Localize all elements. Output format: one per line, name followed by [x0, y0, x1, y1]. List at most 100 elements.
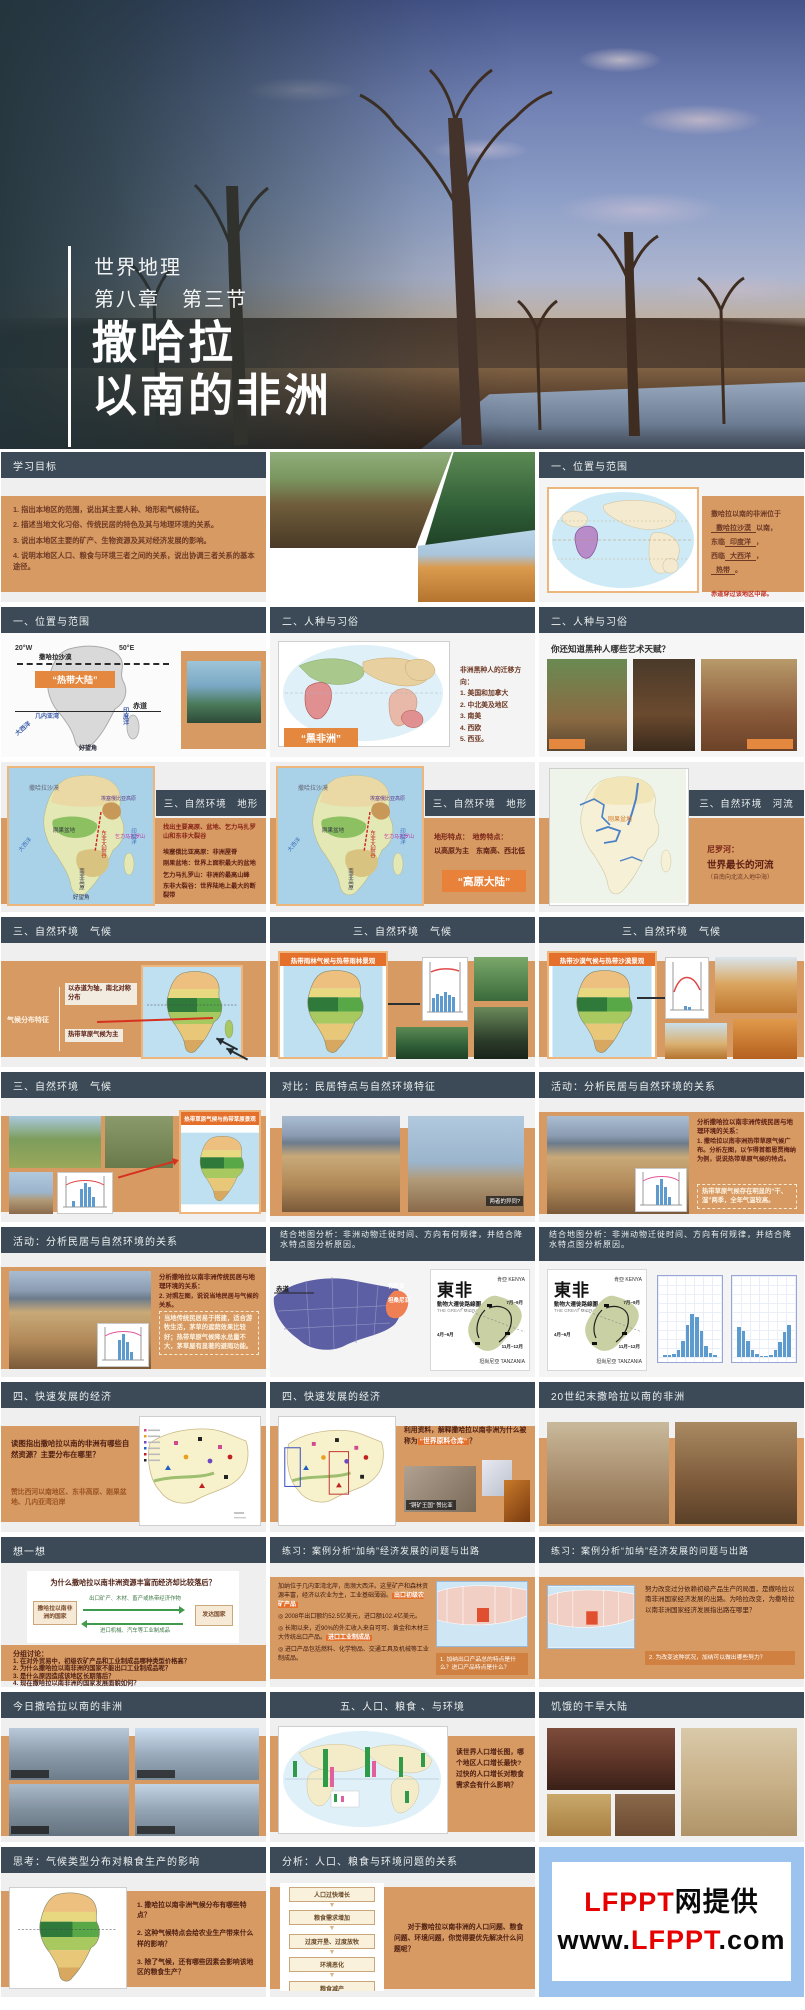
resources-answer: 赞比西河以南地区、东非高原、刚果盆地、几内亚湾沿岸: [11, 1488, 131, 1508]
slide-12-desert-climate: 三、自然环境 气候 热带沙漠气候与热带沙漠景观: [539, 917, 804, 1067]
photo-desert-tree: [715, 957, 797, 1013]
slide-25-today: 今日撒哈拉以南的非洲: [1, 1692, 266, 1842]
activity-lead: 分析撒哈拉以南非洲传统民居与地理环境的关系：: [159, 1273, 259, 1292]
title-divider-line: [68, 246, 71, 447]
photo-child: [615, 1794, 675, 1836]
slide-18-migration-charts: 结合地图分析：非洲动物迁徙时间、方向有何规律，并结合降水特点图分析原因。 東非 …: [539, 1227, 804, 1377]
objective-item: 2. 描述当地文化习俗、传统民居的特色及其与地理环境的关系。: [13, 519, 255, 530]
photo-caption: [11, 1770, 49, 1778]
slide-title-bar: 一、位置与范围: [539, 452, 804, 478]
slide-title-bar: 练习：案例分析“加纳”经济发展的问题与出路: [539, 1537, 804, 1563]
slide-title-bar: 20世纪末撒哈拉以南的非洲: [539, 1382, 804, 1408]
svg-text:好望角: 好望角: [73, 893, 90, 901]
world-map: [547, 487, 699, 593]
east-africa-migration-poster: 東非 動物大遷徙路線圖 THE GREAT MIGRATION 肯亞 KENYA…: [547, 1269, 647, 1371]
map-label-guinea: 几内亚湾: [35, 713, 59, 723]
plateau-continent-badge: “高原大陆”: [442, 870, 526, 892]
poster-month-label: 11月~12月: [502, 1344, 523, 1350]
africa-topo-map: 撒哈拉沙漠 埃塞俄比亚高原 东非大裂谷 刚果盆地 乞力马扎罗山 南非高原 大西洋…: [276, 766, 424, 906]
slide-title-bar: 三、自然环境 气候: [1, 1072, 266, 1098]
slide-13-savanna-climate: 三、自然环境 气候 热带草原气候与热带草原景观: [1, 1072, 266, 1222]
photo-rainforest: [474, 957, 528, 1001]
priority-question: 对于撒哈拉以南非洲的人口问题、粮食问题、环境问题，你觉得要优先解决什么问题呢？: [394, 1923, 526, 1956]
watermark-url[interactable]: www.LFPPT.com: [557, 1924, 785, 1958]
climate-feature-label: 气候分布特征: [7, 1015, 49, 1026]
population-question: 读世界人口增长图，哪个地区人口增长最快?过快的人口增长对粮食需求会有什么影响？: [456, 1748, 528, 1792]
climate-chart: [422, 957, 468, 1021]
poster-kenya-label: 肯亞 KENYA: [614, 1276, 642, 1283]
compare-caption: 两者的异同?: [486, 1196, 523, 1206]
slide-03-location: 一、位置与范围 撒哈拉以南的非洲位于 撒哈拉沙漠以南， 东临印度洋， 西临大西洋…: [539, 452, 804, 602]
raw-materials-question: 利用资料，解释撒哈拉以南非洲为什么被称为“世界原料仓库”？: [404, 1426, 528, 1447]
answer-dashed-box: 当地传统民居易于搭建，适合游牧生活，茅草的遮荫效果比较好；热带草原气候降水总量不…: [159, 1311, 259, 1355]
poster-month-label: 7月~9月: [506, 1300, 523, 1306]
bar-series: [737, 1302, 791, 1357]
svg-text:南非高原: 南非高原: [78, 867, 85, 891]
svg-text:埃塞俄比亚高原: 埃塞俄比亚高原: [370, 795, 405, 802]
slide-title-bar: 思考：气候类型分布对粮食生产的影响: [1, 1847, 266, 1873]
slide-title-bar: 饥饿的干旱大陆: [539, 1692, 804, 1718]
photo-digging: [547, 1794, 611, 1836]
bracket-line: [59, 987, 60, 1051]
course-name: 世界地理: [94, 252, 248, 284]
export-arrow-label: 出口矿产、木材、畜产或热带经济作物: [85, 1595, 185, 1604]
poster-tanzania-label: 坦尚尼亞 TANZANIA: [479, 1358, 525, 1365]
task-box: 1. 加纳出口产品总的特点是什么？进口产品特点是什么？: [436, 1653, 528, 1675]
slide-20-raw-materials: 四、快速发展的经济 利用资料，解释撒哈拉以南非洲为什么被称为“世界原料仓库”？ …: [270, 1382, 535, 1532]
africa-climate-map: [9, 1887, 127, 1989]
svg-text:埃塞俄比亚高原: 埃塞俄比亚高原: [101, 795, 136, 802]
think-question: 为什么撒哈拉以南非洲资源丰富而经济却比较落后？: [27, 1577, 239, 1589]
slide-01-objectives: 学习目标 1. 指出本地区的范围，说出其主要人种、地形和气候特征。 2. 描述当…: [1, 452, 266, 602]
photo-gorilla: [474, 1007, 528, 1059]
photo-oasis: [665, 1023, 727, 1059]
flow-step: 过度开垦、过度放牧: [289, 1934, 375, 1949]
flow-arrow-icon: ▼: [280, 1972, 384, 1980]
slide-title-bar: 对比：民居特点与自然环境特征: [270, 1072, 535, 1098]
slide-title-bar: 三、自然环境 地形: [425, 790, 535, 816]
slide-title-bar: 一、位置与范围: [1, 607, 266, 633]
answer-dashed-box: 热带草原气候存在明显的“干、湿”两季，全年气温较高。: [697, 1184, 797, 1209]
slide-08-terrain-features: 三、自然环境 地形 撒哈拉沙漠 埃塞俄比亚高原 东非大裂谷 刚果盆地 乞力马扎罗…: [270, 762, 535, 912]
climate-map-card: 热带雨林气候与热带雨林景观: [278, 951, 388, 1059]
brand-text: LFPPT: [584, 1887, 675, 1917]
migration-directions: 非洲黑种人的迁移方向： 1. 美国和加拿大 2. 中北美及地区 3. 南美 4.…: [460, 665, 532, 746]
slide-title-bar: 练习：案例分析“加纳”经济发展的问题与出路: [270, 1537, 535, 1563]
photo-copper-ore: “铜矿王国” 赞比亚: [404, 1466, 476, 1512]
ghana-intro-text: 加纳位于几内亚湾北岸，南濒大西洋。这里矿产和森林资源丰富，经济以农业为主，工业基…: [278, 1583, 430, 1664]
photo-drought-walk: [681, 1728, 797, 1836]
svg-text:刚果盆地: 刚果盆地: [608, 815, 632, 823]
slide-title-bar: 四、快速发展的经济: [270, 1382, 535, 1408]
slide-title-bar: 分析：人口、粮食与环境问题的关系: [270, 1847, 535, 1873]
slide-title-bar: 学习目标: [1, 452, 266, 478]
map-banner: 热带雨林气候与热带雨林景观: [280, 953, 386, 966]
climate-chart: [665, 957, 709, 1019]
watermark-brand-line: LFPPT网提供: [584, 1886, 759, 1920]
flow-step: 人口过快增长: [289, 1887, 375, 1902]
slide-21-late-20th-century: 20世纪末撒哈拉以南的非洲: [539, 1382, 804, 1532]
slide-29-relationship-analysis: 分析：人口、粮食与环境问题的关系 人口过快增长 ▼ 粮食需求增加 ▼ 过度开垦、…: [270, 1847, 535, 1997]
watermark-box: LFPPT网提供 www.LFPPT.com: [552, 1862, 791, 1981]
flow-arrow-icon: ▼: [280, 1949, 384, 1957]
photo-caption-chip: [747, 739, 793, 749]
activity-lead: 分析撒哈拉以南非洲传统民居与地理环境的关系：: [697, 1118, 797, 1137]
cover-slide: 世界地理 第八章 第三节 撒哈拉 以南的非洲: [0, 0, 805, 449]
poster-month-label: 4月~6月: [437, 1332, 454, 1338]
svg-text:撒哈拉沙漠: 撒哈拉沙漠: [298, 784, 328, 792]
photo-caption-chip: [549, 739, 585, 749]
slide-05-races: 二、人种与习俗 “黑非洲” 非洲黑种人的迁移方向： 1. 美国和加拿大 2. 中…: [270, 607, 535, 757]
feature-box-savanna: 热带草原气候为主: [65, 1029, 123, 1042]
map-label-50e: 50°E: [119, 643, 134, 654]
slide-title-bar: 活动：分析民居与自然环境的关系: [539, 1072, 804, 1098]
photo-street-scene: [547, 1422, 669, 1524]
precipitation-chart-1: [657, 1275, 723, 1363]
terrain-value-row: 以高原为主 东南高、西北低: [434, 846, 525, 857]
photo-wildebeest-herd: [270, 452, 452, 548]
trade-diagram-card: 为什么撒哈拉以南非洲资源丰富而经济却比较落后？ 撒哈拉以南非洲的国家 发达国家 …: [27, 1571, 239, 1643]
equator-note: 赤道穿过该地区中部。: [711, 590, 773, 600]
slide-title-bar: 三、自然环境 气候: [1, 917, 266, 943]
nile-fact: 世界最长的河流: [707, 858, 774, 873]
svg-text:东非大裂谷: 东非大裂谷: [369, 829, 376, 859]
slide-09-rivers: 三、自然环境 河流 刚果盆地 尼罗河： 世界最长的河流 （自南向北流入地中海）: [539, 762, 804, 912]
svg-text:刚果盆地: 刚果盆地: [53, 826, 76, 834]
climate-food-questions: 1. 撒哈拉以南非洲气候分布有哪些特点？ 2. 这种气候特点会给农业生产带来什么…: [137, 1901, 259, 1978]
